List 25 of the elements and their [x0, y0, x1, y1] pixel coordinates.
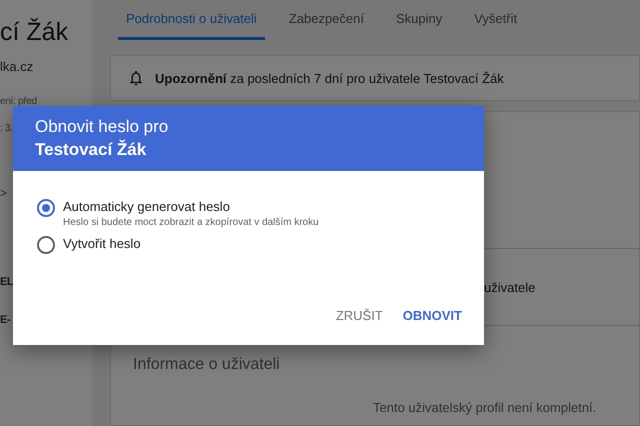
tab[interactable]: Podrobnosti o uživateli: [118, 0, 265, 40]
user-email: lka.cz: [0, 59, 34, 74]
cancel-button[interactable]: ZRUŠIT: [328, 300, 391, 331]
tab[interactable]: Zabezpečení: [280, 0, 372, 40]
option-label: Vytvořit heslo: [63, 236, 141, 251]
reset-button[interactable]: OBNOVIT: [394, 300, 470, 331]
note-text: Tento uživatelský profil není kompletní.: [373, 400, 598, 415]
tab[interactable]: Vyšetřit: [466, 0, 526, 40]
option-label: Automaticky generovat heslo: [63, 199, 231, 214]
dialog-title: Testovací Žák: [35, 140, 148, 160]
user-name: cí Žák: [0, 18, 68, 47]
dialog-title: Obnovit heslo pro: [35, 117, 170, 137]
section-label: EL: [0, 276, 14, 288]
radio-button[interactable]: [37, 236, 55, 254]
option-hint: Heslo si budete moct zobrazit a zkopírovat v dalším kroku: [63, 217, 319, 228]
meta-text: ení: před: [0, 96, 37, 107]
section-title: Informace o uživateli: [133, 356, 281, 374]
chevron-text[interactable]: >: [0, 186, 8, 200]
meta-text: : 3.: [0, 123, 13, 134]
radio-button[interactable]: [37, 199, 55, 217]
section-text: uživatele: [484, 280, 536, 294]
alert-text: Upozornění za posledních 7 dní pro uživatele Testovací Žák: [155, 70, 504, 86]
tab[interactable]: Skupiny: [388, 0, 450, 40]
bell-icon: [127, 69, 145, 87]
section-label: E-: [0, 314, 10, 326]
